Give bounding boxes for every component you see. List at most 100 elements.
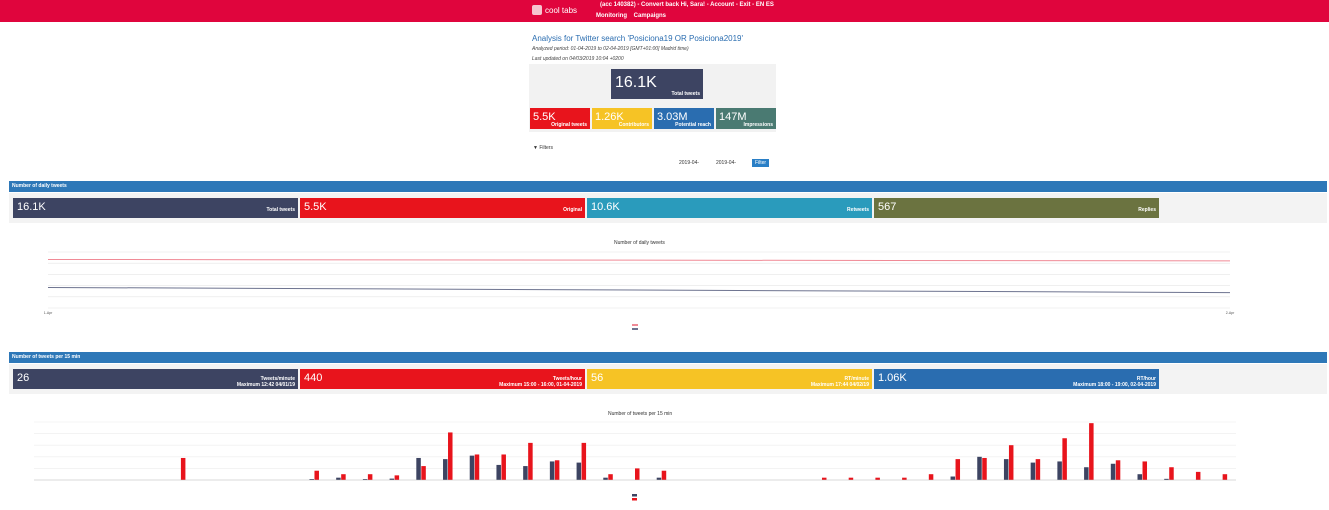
daily-tile-replies: 567 Replies [874, 198, 1159, 218]
daily-tile-total: 16.1K Total tweets [13, 198, 298, 218]
logo[interactable]: cool tabs [532, 5, 577, 15]
bar [1142, 461, 1148, 480]
bar [469, 455, 475, 480]
tile-sub: Maximum 17:44 04/02/19 [810, 382, 869, 388]
bar [1110, 463, 1116, 480]
bar [656, 477, 662, 480]
date-to-input[interactable]: 2019-04- [716, 160, 736, 166]
analysis-title: Analysis for Twitter search 'Posiciona19… [532, 34, 744, 43]
bar [367, 474, 373, 480]
legend-swatch [632, 494, 637, 497]
bar [977, 456, 982, 480]
filters-toggle[interactable]: ▼ Filters [533, 145, 553, 151]
bar [314, 470, 319, 480]
series-line-0 [47, 258, 1231, 262]
bar [341, 474, 346, 480]
bar [1035, 459, 1041, 480]
per15-chart-title: Number of tweets per 15 min [608, 411, 673, 417]
bar [848, 477, 854, 480]
date-from-input[interactable]: 2019-04- [679, 160, 699, 166]
bar [1008, 445, 1014, 480]
legend-swatch [632, 328, 638, 330]
nav-campaigns[interactable]: Campaigns [634, 13, 666, 19]
logo-icon [532, 5, 542, 15]
bar [1137, 474, 1143, 480]
kpi-label: Potential reach [675, 122, 711, 128]
logo-text: cool tabs [545, 5, 578, 15]
daily-tile-retweets: 10.6K Retweets [587, 198, 872, 218]
bar [661, 470, 667, 480]
daily-tweets-chart: 1-Apr 2-Apr [44, 251, 1235, 330]
kpi-tile-contributors: 1.26K Contributors [592, 108, 652, 129]
bar [1195, 471, 1201, 480]
bar [982, 457, 987, 480]
filters-label: Filters [539, 145, 553, 151]
tile-value: 26 [17, 372, 30, 384]
filter-button[interactable]: Filter [752, 159, 769, 167]
total-tweets-tile: 16.1K Total tweets [611, 69, 703, 99]
tile-value: 16.1K [17, 201, 46, 213]
total-tweets-value: 16.1K [615, 74, 657, 91]
bar [581, 442, 587, 480]
bar [1084, 467, 1089, 480]
bar [336, 477, 341, 480]
bar [1115, 460, 1121, 480]
bar [875, 477, 880, 480]
kpi-label: Impressions [743, 122, 773, 128]
bar [496, 464, 501, 480]
tile-value: 1.06K [878, 372, 907, 384]
bar [523, 466, 528, 480]
total-tweets-label: Total tweets [671, 91, 700, 97]
bar [603, 477, 608, 480]
account-line[interactable]: (acc 140382) - Convert back Hi, Sara! - … [600, 2, 774, 8]
x-tick-label: 2-Apr [1226, 311, 1235, 315]
bar [443, 459, 448, 480]
section-tweets-15min: Number of tweets per 15 min [9, 352, 1327, 363]
bar [394, 475, 400, 480]
kpi-tile-impressions: 147M Impressions [716, 108, 776, 129]
bar [554, 460, 560, 480]
kpi-tile-original: 5.5K Original tweets [530, 108, 590, 129]
analysis-period: Analyzed period: 01-04-2019 to 02-04-201… [532, 46, 689, 52]
bar [448, 432, 453, 480]
bar [1222, 474, 1228, 480]
series-line-1 [47, 286, 1231, 294]
bar [1062, 438, 1067, 480]
tile-sub: Maximum 15:00 - 16:00, 01-04-2019 [499, 382, 582, 388]
kpi-value: 147M [719, 111, 747, 123]
per15-tile-tweets-hour: 440 Tweets/hour Maximum 15:00 - 16:00, 0… [300, 369, 585, 389]
daily-tile-original: 5.5K Original [300, 198, 585, 218]
bar [902, 477, 907, 480]
bar [950, 476, 956, 480]
bar [421, 466, 426, 480]
tile-label: Replies [1138, 207, 1156, 213]
per15-tile-tweets-minute: 26 Tweets/minute Maximum 12:42 04/01/19 [13, 369, 298, 389]
x-tick-label: 1-Apr [44, 311, 53, 315]
main-nav: Monitoring Campaigns [596, 13, 671, 19]
bar [416, 457, 421, 480]
tweets-15min-chart [34, 421, 1236, 501]
tile-value: 10.6K [591, 201, 620, 213]
tile-value: 567 [878, 201, 897, 213]
filter-icon: ▼ [533, 145, 538, 151]
bar [1057, 461, 1062, 480]
section-daily-tweets: Number of daily tweets [9, 181, 1327, 192]
kpi-tile-reach: 3.03M Potential reach [654, 108, 714, 129]
bar [528, 442, 533, 480]
kpi-label: Original tweets [551, 122, 587, 128]
bar [474, 454, 480, 480]
bar [501, 454, 506, 480]
tile-sub: Maximum 18:00 - 19:00, 02-04-2019 [1073, 382, 1156, 388]
bar [549, 461, 555, 480]
tile-label: Original [563, 207, 582, 213]
bar [821, 477, 827, 480]
legend-swatch [632, 498, 637, 501]
nav-monitoring[interactable]: Monitoring [596, 13, 627, 19]
bar [928, 474, 934, 480]
bar [635, 468, 640, 480]
top-bar: cool tabs (acc 140382) - Convert back Hi… [0, 0, 1329, 22]
bar [955, 459, 961, 480]
bar [608, 474, 613, 480]
bar [180, 457, 186, 480]
tile-label: Retweets [847, 207, 869, 213]
